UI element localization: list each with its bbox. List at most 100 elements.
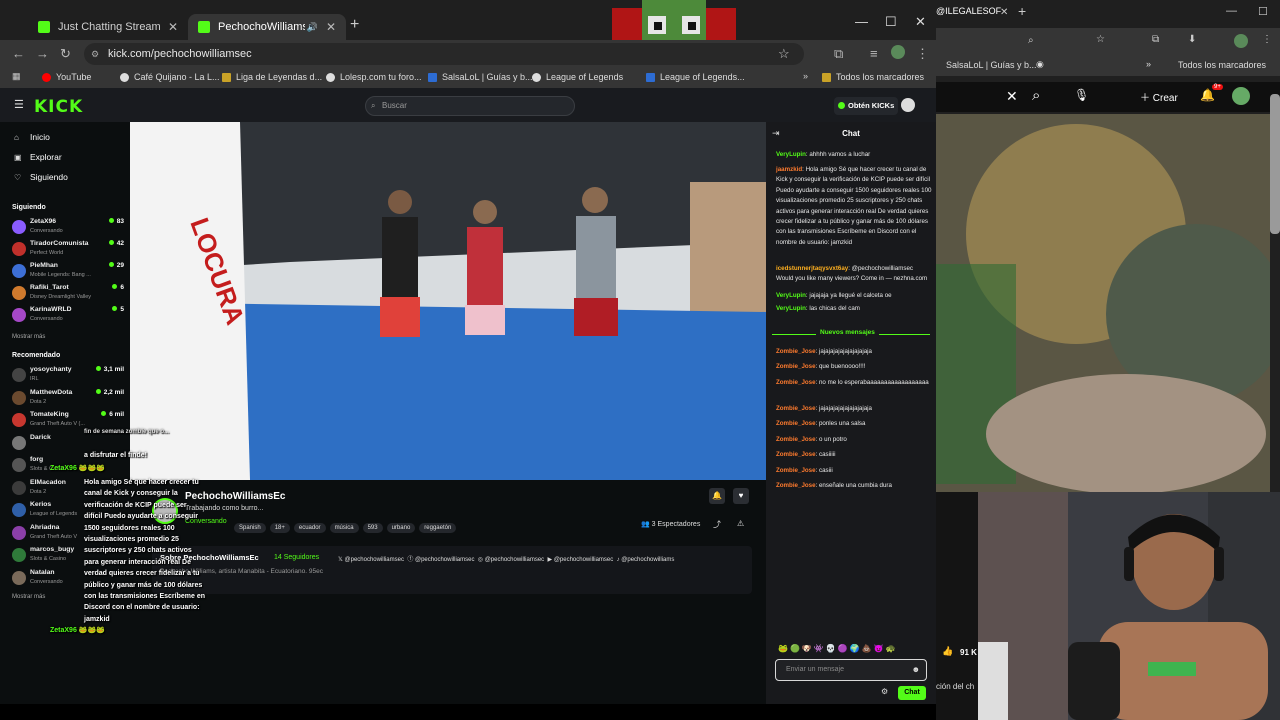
- like-button[interactable]: 👍: [942, 646, 953, 657]
- chat-username[interactable]: Zombie_Jose: [776, 482, 816, 489]
- kick-logo[interactable]: KICK: [34, 97, 83, 117]
- kick.following-channel[interactable]: PieMhan Mobile Legends: Bang ... 29: [12, 262, 124, 284]
- tag[interactable]: urbano: [386, 523, 416, 533]
- notification-bell-icon[interactable]: 🔔: [709, 488, 725, 504]
- kick.recommended-channel[interactable]: MatthewDota Dota 2 2,2 mil: [12, 389, 124, 411]
- bookmark-star-icon[interactable]: ☆: [1096, 34, 1105, 45]
- forward-icon[interactable]: →: [36, 46, 49, 61]
- search-icon[interactable]: ⌕: [1032, 87, 1040, 104]
- new-tab-icon[interactable]: +: [1018, 3, 1026, 19]
- hamburger-icon[interactable]: ☰: [14, 98, 24, 111]
- site-info-icon[interactable]: ⚙: [91, 43, 99, 65]
- download-icon[interactable]: ⬇: [1188, 34, 1196, 45]
- bookmark-lol2[interactable]: League of Legends...: [646, 72, 745, 82]
- close-window-icon[interactable]: ✕: [915, 14, 926, 30]
- tag[interactable]: 593: [362, 523, 383, 533]
- chat-username[interactable]: Zombie_Jose: [776, 436, 816, 443]
- tab-pechocho[interactable]: PechochoWilliamsEc Stream 🔊 ✕: [188, 14, 346, 40]
- kick.following-channel[interactable]: ZetaX96 Conversando 83: [12, 218, 124, 240]
- chat-username[interactable]: icedstunnerjtaqysvxt6ay: [776, 265, 848, 272]
- chat-username[interactable]: Zombie_Jose: [776, 467, 816, 474]
- close-icon[interactable]: ✕: [1006, 88, 1018, 105]
- kick.following-channel[interactable]: Rafiki_Tarot Disney Dreamlight Valley 6: [12, 284, 124, 306]
- nav-home[interactable]: ⌂ Inicio: [14, 132, 50, 142]
- chat-username[interactable]: VeryLupin: [776, 305, 806, 312]
- search-input[interactable]: ⌕ Buscar: [365, 96, 575, 116]
- minimize-icon[interactable]: —: [1226, 5, 1237, 17]
- show-more-link[interactable]: Mostrar más: [12, 594, 45, 600]
- report-icon[interactable]: ⚠: [737, 519, 744, 528]
- chat-username[interactable]: VeryLupin: [776, 292, 806, 299]
- video-player[interactable]: LOCURA: [130, 122, 766, 480]
- channel-avatar[interactable]: [1232, 87, 1250, 105]
- restore-icon[interactable]: ☐: [1258, 5, 1268, 18]
- chat-username[interactable]: Zombie_Jose: [776, 451, 816, 458]
- profile-avatar[interactable]: [1234, 34, 1248, 48]
- chat-username[interactable]: jaamzkid: [776, 166, 802, 173]
- tag[interactable]: música: [329, 523, 359, 533]
- tag[interactable]: reggaetón: [419, 523, 457, 533]
- chat-username[interactable]: Zombie_Jose: [776, 348, 816, 355]
- minimize-icon[interactable]: —: [855, 14, 868, 29]
- share-icon[interactable]: ⤴: [713, 519, 721, 530]
- show-more-link[interactable]: Mostrar más: [12, 334, 45, 340]
- apps-icon[interactable]: ▦: [12, 71, 21, 82]
- nav-explore[interactable]: ▣ Explorar: [14, 152, 62, 162]
- reload-icon[interactable]: ↻: [60, 46, 71, 62]
- all-bookmarks[interactable]: Todos los marcadores: [1178, 60, 1266, 70]
- back-icon[interactable]: ←: [12, 46, 25, 61]
- extensions-icon[interactable]: ⧉: [834, 46, 843, 62]
- social-link[interactable]: @pechochowilliamsec: [554, 557, 613, 563]
- bookmark-salsalol[interactable]: SalsaLoL | Guías y b...: [428, 72, 533, 82]
- bookmark-lolesp[interactable]: Lolesp.com tu foro...: [326, 72, 422, 82]
- kick.recommended-channel[interactable]: yosoychanty IRL 3,1 mil: [12, 366, 124, 388]
- tag[interactable]: 18+: [269, 523, 290, 533]
- chat-username[interactable]: Zombie_Jose: [776, 420, 816, 427]
- social-link[interactable]: @pechochowilliamsec: [415, 557, 474, 563]
- social-link[interactable]: @pechochowilliamsec: [345, 557, 404, 563]
- url-input[interactable]: ⚙ kick.com/pechochowilliamsec: [84, 43, 804, 65]
- kick.following-channel[interactable]: KarinaWRLD Conversando 5: [12, 306, 124, 328]
- bookmark-liga[interactable]: Liga de Leyendas d...: [222, 72, 322, 82]
- close-icon[interactable]: ✕: [326, 20, 336, 34]
- globe-icon[interactable]: ◉: [1036, 59, 1044, 70]
- create-button[interactable]: ＋ Crear: [1140, 89, 1178, 104]
- extensions-icon[interactable]: ⧉: [1152, 34, 1159, 45]
- chat-send-button[interactable]: Chat: [898, 686, 926, 700]
- close-icon[interactable]: ✕: [1000, 7, 1008, 18]
- bookmark-lol[interactable]: League of Legends: [532, 72, 623, 82]
- emote-bar[interactable]: 🐸🟢🐶👾💀🟣🌍💩😈🐢: [778, 644, 898, 653]
- search-icon[interactable]: ⌕: [1028, 35, 1034, 46]
- microphone-icon[interactable]: 🎙: [1074, 88, 1089, 102]
- chat-username[interactable]: VeryLupin: [776, 151, 806, 158]
- kick.following-channel[interactable]: TiradorComunista Perfect World 42: [12, 240, 124, 262]
- tag[interactable]: ecuador: [293, 523, 326, 533]
- chat-settings-icon[interactable]: ⚙: [881, 687, 888, 696]
- tag[interactable]: Spanish: [234, 523, 266, 533]
- profile-avatar[interactable]: [891, 45, 905, 59]
- user-avatar[interactable]: [901, 98, 915, 112]
- all-bookmarks[interactable]: Todos los marcadores: [822, 72, 924, 82]
- youtube-video[interactable]: [936, 114, 1270, 492]
- chat-username[interactable]: Zombie_Jose: [776, 363, 816, 370]
- chat-username[interactable]: Zombie_Jose: [776, 405, 816, 412]
- speaker-icon[interactable]: 🔊: [307, 22, 318, 33]
- media-icon[interactable]: ≡: [870, 46, 878, 61]
- scrollbar[interactable]: [1270, 94, 1280, 234]
- menu-icon[interactable]: ⋮: [1262, 34, 1272, 45]
- emoji-icon[interactable]: ☻: [912, 660, 920, 680]
- bookmark-salsalol[interactable]: SalsaLoL | Guías y b...: [946, 60, 1037, 70]
- bookmark-youtube[interactable]: YouTube: [42, 72, 91, 82]
- social-link[interactable]: @pechochowilliams: [621, 557, 674, 563]
- get-kicks-button[interactable]: Obtén KICKs: [834, 97, 899, 115]
- bookmark-cafe-quijano[interactable]: Café Quijano - La L...: [120, 72, 220, 82]
- maximize-icon[interactable]: ☐: [885, 14, 897, 30]
- chat-username[interactable]: Zombie_Jose: [776, 379, 816, 386]
- notifications-icon[interactable]: 🔔: [1200, 88, 1215, 102]
- menu-icon[interactable]: ⋮: [916, 46, 929, 62]
- more-bookmarks-icon[interactable]: »: [803, 71, 808, 81]
- chat-input[interactable]: Enviar un mensaje ☻: [775, 659, 927, 681]
- social-link[interactable]: @pechochowilliamsec: [485, 557, 544, 563]
- follow-heart-icon[interactable]: ♥: [733, 488, 749, 504]
- more-bookmarks-icon[interactable]: »: [1146, 59, 1151, 69]
